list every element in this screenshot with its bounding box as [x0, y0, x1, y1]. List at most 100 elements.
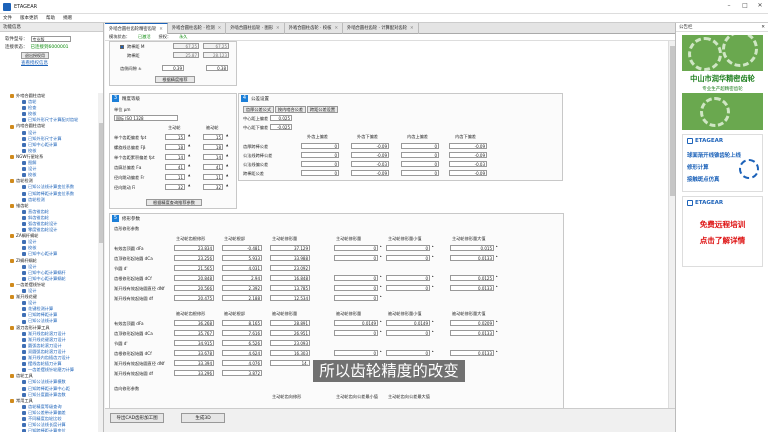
- mod-value[interactable]: 35.767: [174, 330, 214, 336]
- tolerance-value[interactable]: 0: [301, 170, 339, 176]
- precision-driven-value[interactable]: 18: [203, 144, 223, 150]
- mod-value[interactable]: 2.392: [222, 285, 262, 291]
- stepper-icon[interactable]: ▲: [188, 163, 190, 167]
- mod-value[interactable]: 23.834: [174, 245, 214, 251]
- mod-value[interactable]: 0: [334, 330, 378, 336]
- stepper-icon[interactable]: ▲: [226, 163, 228, 167]
- mod-value[interactable]: 0: [386, 245, 430, 251]
- mod-value[interactable]: 33.988: [270, 255, 310, 261]
- mod-value[interactable]: 3.872: [222, 370, 262, 376]
- spinner-icon[interactable]: ▴: [380, 349, 382, 353]
- stepper-icon[interactable]: ▲: [226, 143, 228, 147]
- mod-value[interactable]: 8.165: [222, 320, 262, 326]
- mod-value[interactable]: 0.0125: [450, 275, 494, 281]
- spinner-icon[interactable]: ▴: [496, 274, 498, 278]
- tab-close-icon[interactable]: ✕: [159, 24, 163, 35]
- precision-driven-value[interactable]: 32: [203, 184, 223, 190]
- spinner-icon[interactable]: ▴: [432, 284, 434, 288]
- tab-1[interactable]: 外啮合圆柱齿轮 · 检测 ✕: [168, 23, 227, 34]
- mod-value[interactable]: 0: [334, 275, 378, 281]
- spinner-icon[interactable]: ▴: [432, 254, 434, 258]
- recommend-by-precision-button[interactable]: 根据精度推荐: [155, 76, 195, 83]
- precision-driver-value[interactable]: 15: [165, 134, 185, 140]
- precision-driver-value[interactable]: 41: [165, 164, 185, 170]
- mod-value[interactable]: 12.534: [270, 295, 310, 301]
- spinner-icon[interactable]: ▴: [380, 274, 382, 278]
- span2-driver-value[interactable]: 25.87: [173, 52, 199, 58]
- spinner-icon[interactable]: ▴: [432, 319, 434, 323]
- tab-close-icon[interactable]: ✕: [218, 23, 222, 34]
- tolerance-value[interactable]: 0: [401, 161, 439, 167]
- stepper-icon[interactable]: ▲: [226, 173, 228, 177]
- mod-value[interactable]: 26.951: [270, 330, 310, 336]
- spinner-icon[interactable]: ▴: [496, 254, 498, 258]
- stepper-icon[interactable]: ▲: [226, 183, 228, 187]
- tolerance-value[interactable]: -0.09: [449, 152, 487, 158]
- mod-value[interactable]: 33.394: [174, 360, 214, 366]
- tab-2[interactable]: 外啮合圆柱齿轮 · 图形 ✕: [226, 23, 285, 34]
- query-recommend-button[interactable]: 根据精度查询推荐参数: [146, 199, 202, 206]
- stepper-icon[interactable]: ▲: [188, 173, 190, 177]
- spinner-icon[interactable]: ▴: [496, 349, 498, 353]
- stepper-icon[interactable]: ▲: [226, 153, 228, 157]
- precision-driver-value[interactable]: 32: [165, 184, 185, 190]
- mod-value[interactable]: 33.296: [174, 370, 214, 376]
- internal-tolerance-button[interactable]: 按内啮合公差: [275, 106, 306, 113]
- thickness-formula-button[interactable]: 齿厚公差公式: [243, 106, 274, 113]
- precision-driven-value[interactable]: 11: [203, 174, 223, 180]
- spinner-icon[interactable]: ▴: [380, 329, 382, 333]
- precision-driver-value[interactable]: 18: [165, 144, 185, 150]
- mod-value[interactable]: 34.915: [174, 340, 214, 346]
- tree-scrollbar[interactable]: [98, 93, 103, 432]
- spinner-icon[interactable]: ▴: [432, 274, 434, 278]
- span-checkbox[interactable]: [120, 45, 124, 49]
- tab-close-icon[interactable]: ✕: [334, 23, 338, 34]
- tolerance-value[interactable]: -0.09: [449, 143, 487, 149]
- span-driver-value[interactable]: 67.25: [173, 43, 199, 49]
- tree-item[interactable]: 已知跨棒距计算变位: [0, 428, 98, 432]
- mod-value[interactable]: 0: [386, 255, 430, 261]
- mod-value[interactable]: 0: [334, 350, 378, 356]
- spinner-icon[interactable]: ▴: [496, 244, 498, 248]
- mod-value[interactable]: 2.188: [222, 295, 262, 301]
- minimize-icon[interactable]: –: [724, 2, 734, 12]
- maximize-icon[interactable]: □: [740, 2, 750, 12]
- mod-value[interactable]: 4.076: [222, 360, 262, 366]
- mod-value[interactable]: 16.848: [270, 275, 310, 281]
- stepper-icon[interactable]: ▲: [188, 153, 190, 157]
- tab-0[interactable]: 外啮合圆柱齿轮精密齿轮 ✕: [105, 23, 168, 34]
- spinner-icon[interactable]: ▴: [380, 294, 382, 298]
- mod-value[interactable]: -0.481: [222, 245, 262, 251]
- backlash-driven-value[interactable]: 0.38: [206, 65, 228, 71]
- spinner-icon[interactable]: ▴: [496, 284, 498, 288]
- mod-value[interactable]: 14.: [270, 360, 310, 366]
- mod-value[interactable]: 0.0133: [450, 285, 494, 291]
- mod-value[interactable]: 23.092: [270, 265, 310, 271]
- tolerance-value[interactable]: 0: [401, 143, 439, 149]
- mod-value[interactable]: 21.565: [174, 265, 214, 271]
- mod-value[interactable]: 23.256: [174, 255, 214, 261]
- precision-driver-value[interactable]: 11: [165, 174, 185, 180]
- tolerance-value[interactable]: -0.09: [351, 170, 389, 176]
- tolerance-value[interactable]: -0.03: [449, 161, 487, 167]
- mod-value[interactable]: 0: [334, 285, 378, 291]
- mod-value[interactable]: 0.0149: [334, 320, 378, 326]
- tolerance-value[interactable]: 0: [301, 143, 339, 149]
- mod-value[interactable]: 33.678: [174, 350, 214, 356]
- precision-driven-value[interactable]: 41: [203, 164, 223, 170]
- tolerance-value[interactable]: -0.03: [351, 161, 389, 167]
- mod-value[interactable]: 0: [334, 245, 378, 251]
- spinner-icon[interactable]: ▴: [380, 254, 382, 258]
- tab-4[interactable]: 外啮合圆柱齿轮 · 计算配对齿轮 ✕: [343, 23, 419, 34]
- stepper-icon[interactable]: ▲: [226, 133, 228, 137]
- tolerance-value[interactable]: -0.09: [351, 143, 389, 149]
- tolerance-value[interactable]: 0: [301, 161, 339, 167]
- tolerance-value[interactable]: 0: [401, 170, 439, 176]
- mod-value[interactable]: 16.303: [270, 350, 310, 356]
- tolerance-value[interactable]: -0.09: [351, 152, 389, 158]
- panel-close-icon[interactable]: ✕: [761, 23, 765, 32]
- mod-value[interactable]: 7.616: [222, 330, 262, 336]
- menu-file[interactable]: 文件: [3, 15, 12, 21]
- spinner-icon[interactable]: ▴: [380, 319, 382, 323]
- mod-value[interactable]: 13.785: [270, 285, 310, 291]
